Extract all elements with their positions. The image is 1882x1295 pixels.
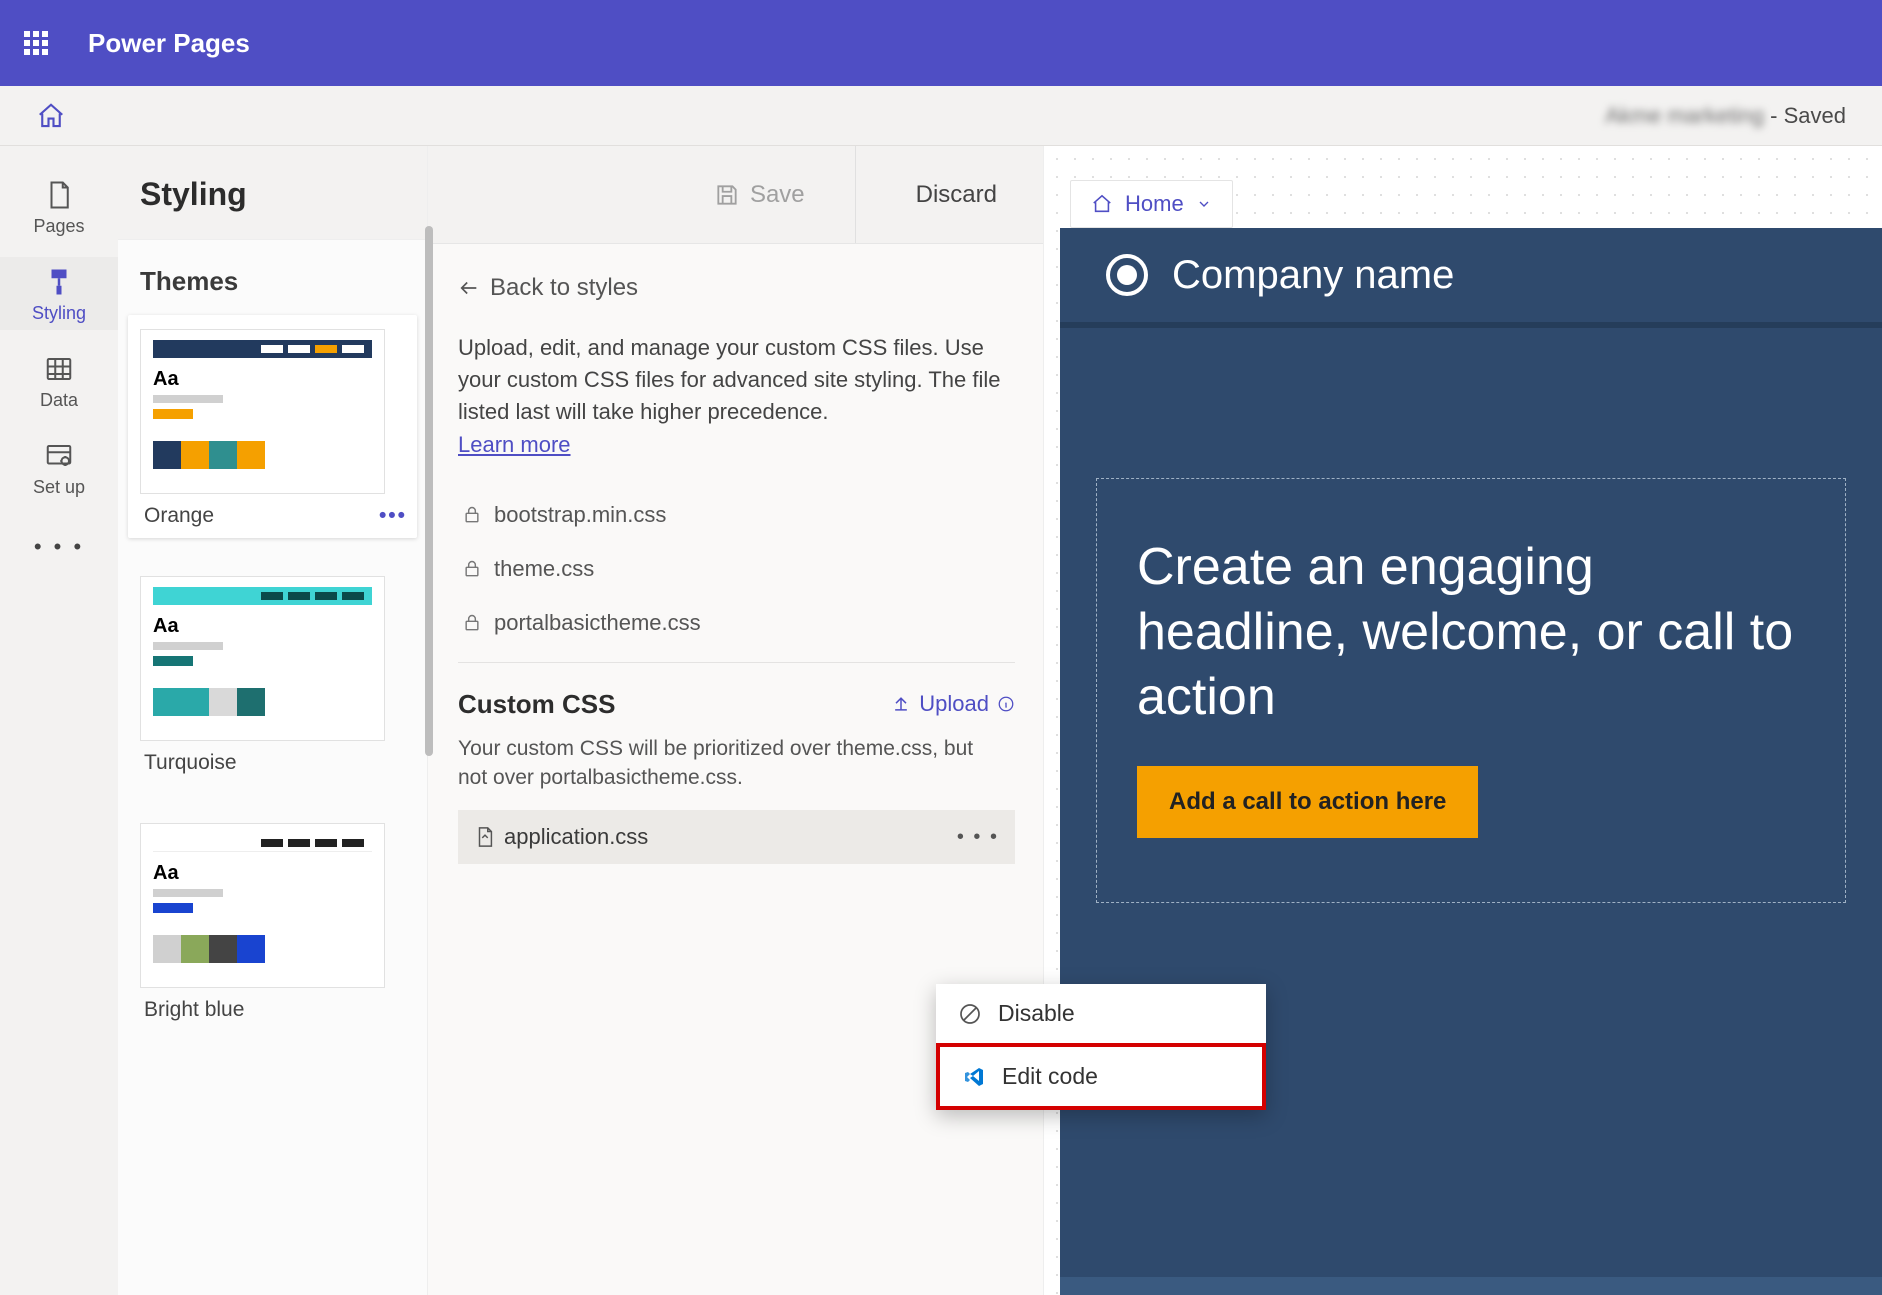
- rail-label: Data: [40, 390, 78, 410]
- back-to-styles[interactable]: Back to styles: [458, 274, 1015, 302]
- locked-css-file: theme.css: [458, 542, 1015, 596]
- custom-css-file-row[interactable]: application.css • • •: [458, 810, 1015, 864]
- themes-label: Themes: [118, 240, 427, 315]
- css-panel: Save Discard Back to styles Upload, edit…: [428, 146, 1044, 1295]
- site-preview: Company name Create an engaging headline…: [1060, 228, 1882, 1295]
- home-bar: Akme marketing - Saved: [0, 86, 1882, 146]
- arrow-left-icon: [458, 277, 480, 299]
- hero-section[interactable]: Create an engaging headline, welcome, or…: [1096, 478, 1846, 903]
- custom-css-title: Custom CSS: [458, 689, 615, 720]
- rail-label: Set up: [33, 477, 85, 497]
- home-icon: [1091, 193, 1113, 215]
- rail-label: Pages: [33, 216, 84, 236]
- vscode-icon: [962, 1065, 986, 1089]
- theme-name: Bright blue: [144, 998, 244, 1022]
- lock-icon: [462, 505, 482, 525]
- theme-card-turquoise[interactable]: Aa Turquoise: [128, 562, 417, 785]
- panel-toolbar: Save Discard: [428, 146, 1043, 244]
- custom-css-note: Your custom CSS will be prioritized over…: [458, 734, 998, 793]
- lock-icon: [462, 559, 482, 579]
- locked-css-file: portalbasictheme.css: [458, 596, 1015, 650]
- rail-more-icon[interactable]: • • •: [34, 534, 84, 560]
- site-footer-band: [1060, 1277, 1882, 1295]
- theme-thumb: Aa: [140, 576, 385, 741]
- info-icon[interactable]: [997, 695, 1015, 713]
- save-state: Akme marketing - Saved: [1605, 103, 1846, 129]
- rail-pages[interactable]: Pages: [0, 170, 118, 243]
- disable-icon: [958, 1002, 982, 1026]
- app-brand: Power Pages: [88, 28, 250, 59]
- upload-button[interactable]: Upload: [891, 691, 1015, 717]
- theme-name: Turquoise: [144, 751, 237, 775]
- themes-column: Styling Themes Aa Orange •: [118, 146, 428, 1295]
- theme-thumb: Aa: [140, 329, 385, 494]
- rail-data[interactable]: Data: [0, 344, 118, 417]
- home-icon[interactable]: [36, 101, 66, 131]
- discard-button[interactable]: Discard: [916, 146, 1007, 243]
- breadcrumb[interactable]: Home: [1070, 180, 1233, 228]
- theme-name: Orange: [144, 504, 214, 528]
- chevron-down-icon: [1196, 196, 1212, 212]
- theme-thumb: Aa: [140, 823, 385, 988]
- save-button[interactable]: Save: [714, 146, 856, 243]
- lock-icon: [462, 613, 482, 633]
- menu-edit-code[interactable]: Edit code: [936, 1043, 1266, 1110]
- theme-card-bright-blue[interactable]: Aa Bright blue: [128, 809, 417, 1032]
- waffle-icon[interactable]: [24, 31, 48, 55]
- app-topbar: Power Pages: [0, 0, 1882, 86]
- context-menu: Disable Edit code: [936, 984, 1266, 1110]
- left-rail: Pages Styling Data Set up • • •: [0, 146, 118, 1295]
- hero-headline[interactable]: Create an engaging headline, welcome, or…: [1137, 535, 1805, 730]
- rail-label: Styling: [32, 303, 86, 323]
- more-options-icon[interactable]: • • •: [957, 826, 999, 849]
- theme-card-orange[interactable]: Aa Orange •••: [128, 315, 417, 538]
- styling-title: Styling: [118, 146, 427, 240]
- save-icon: [714, 182, 740, 208]
- company-name: Company name: [1172, 253, 1454, 298]
- preview-canvas: Home Company name Create an engaging hea…: [1044, 146, 1882, 1295]
- rail-styling[interactable]: Styling: [0, 257, 118, 330]
- site-header: Company name: [1060, 228, 1882, 328]
- theme-more-icon[interactable]: •••: [379, 504, 407, 528]
- locked-css-file: bootstrap.min.css: [458, 488, 1015, 542]
- rail-setup[interactable]: Set up: [0, 431, 118, 504]
- css-description: Upload, edit, and manage your custom CSS…: [458, 332, 1008, 428]
- cta-button[interactable]: Add a call to action here: [1137, 766, 1478, 838]
- upload-icon: [891, 694, 911, 714]
- learn-more-link[interactable]: Learn more: [458, 432, 571, 458]
- menu-disable[interactable]: Disable: [936, 984, 1266, 1043]
- logo-icon: [1106, 254, 1148, 296]
- file-icon: [474, 826, 496, 848]
